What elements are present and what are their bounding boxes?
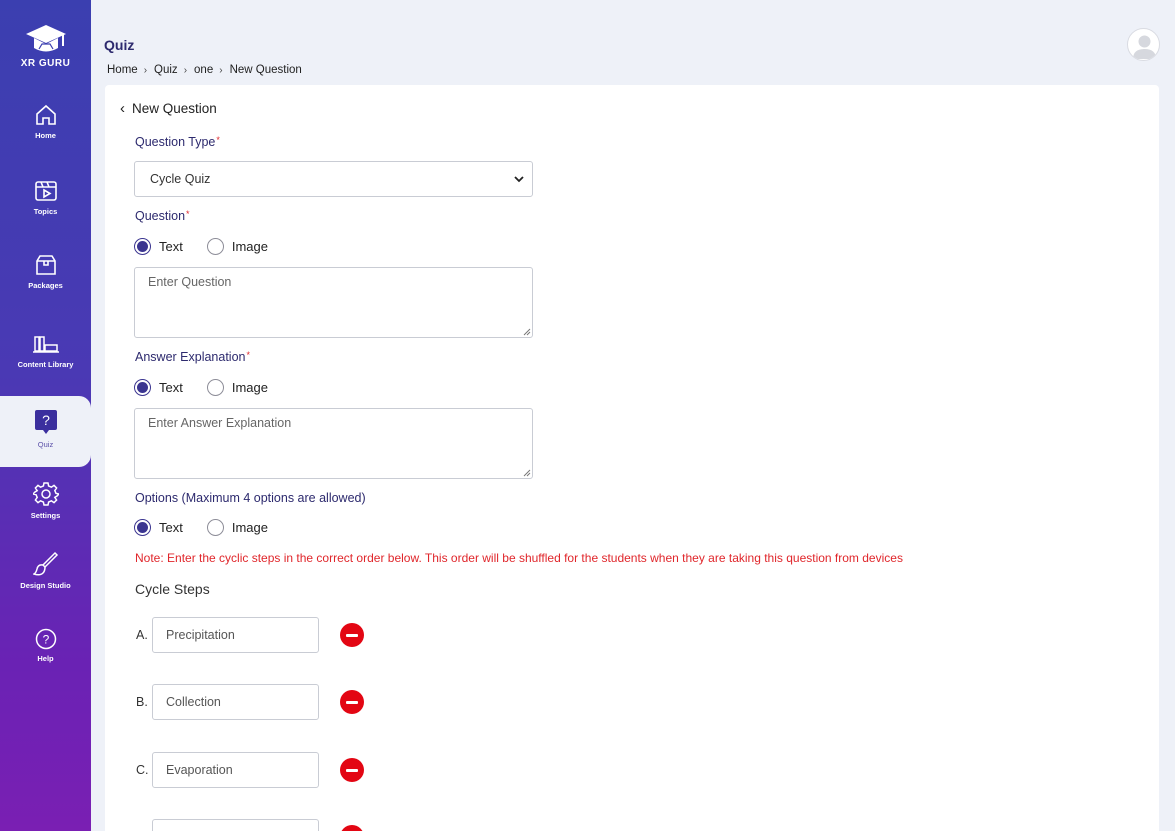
quiz-icon: ? [34, 410, 57, 434]
question-format-radio-group: Text Image [134, 238, 292, 255]
sidebar-item-label: Design Studio [20, 581, 71, 590]
breadcrumb-quiz[interactable]: Quiz [154, 64, 178, 76]
remove-step-button[interactable] [340, 690, 364, 714]
resize-grip-icon[interactable] [523, 469, 531, 477]
radio-label: Text [159, 239, 183, 254]
answer-text-radio[interactable] [134, 379, 151, 396]
cycle-step-value: Precipitation [166, 628, 235, 642]
home-icon [35, 104, 56, 125]
options-label: Options (Maximum 4 options are allowed) [135, 491, 366, 505]
brand-logo[interactable]: XR GURU [0, 22, 91, 69]
sidebar-item-label: Content Library [17, 360, 74, 369]
question-text-radio[interactable] [134, 238, 151, 255]
breadcrumb-one[interactable]: one [194, 64, 213, 76]
order-note: Note: Enter the cyclic steps in the corr… [135, 551, 903, 565]
required-mark: * [246, 350, 250, 360]
question-label: Question* [135, 209, 190, 223]
cycle-step-input[interactable]: Precipitation [152, 617, 319, 653]
radio-label: Image [231, 380, 268, 395]
breadcrumb: Home › Quiz › one › New Question [107, 64, 302, 76]
radio-label: Image [231, 520, 268, 535]
remove-step-button[interactable] [340, 758, 364, 782]
sidebar: XR GURU Home Topics Packages Content Lib… [0, 0, 91, 831]
svg-text:?: ? [42, 633, 49, 647]
options-format-radio-group: Text Image [134, 519, 292, 536]
back-button[interactable]: ‹ New Question [120, 100, 217, 117]
cycle-step-value: Evaporation [166, 763, 233, 777]
sidebar-item-help[interactable]: ? Help [0, 628, 91, 663]
options-image-radio[interactable] [206, 519, 224, 536]
avatar[interactable] [1127, 28, 1160, 61]
sidebar-item-label: Home [35, 131, 56, 140]
answer-explanation-placeholder: Enter Answer Explanation [148, 416, 292, 430]
radio-label: Text [159, 380, 183, 395]
sidebar-item-settings[interactable]: Settings [0, 481, 91, 520]
sidebar-item-packages[interactable]: Packages [0, 253, 91, 290]
package-icon [35, 255, 56, 275]
answer-explanation-textarea[interactable]: Enter Answer Explanation [134, 408, 533, 479]
library-icon [32, 336, 59, 353]
required-mark: * [216, 135, 220, 145]
sidebar-item-design-studio[interactable]: Design Studio [0, 551, 91, 590]
cycle-step-input[interactable]: Collection [152, 684, 319, 720]
sidebar-item-label: Packages [28, 281, 63, 290]
gear-icon [32, 482, 59, 506]
chevron-right-icon: › [219, 64, 223, 76]
cycle-step-input[interactable]: Evaporation [152, 752, 319, 788]
answer-explanation-label: Answer Explanation* [135, 350, 250, 364]
sidebar-item-label: Settings [30, 511, 61, 520]
radio-label: Image [231, 239, 268, 254]
question-type-select[interactable]: Cycle Quiz [134, 161, 533, 197]
brush-icon [32, 551, 58, 576]
chevron-down-icon [514, 176, 524, 183]
required-mark: * [186, 209, 190, 219]
sidebar-item-quiz[interactable]: ? Quiz [0, 396, 91, 467]
question-placeholder: Enter Question [148, 275, 232, 289]
brand-name: XR GURU [20, 58, 71, 69]
options-text-radio[interactable] [134, 519, 151, 536]
answer-explanation-label-text: Answer Explanation [135, 350, 246, 364]
chevron-left-icon: ‹ [120, 100, 125, 117]
question-textarea[interactable]: Enter Question [134, 267, 533, 338]
question-type-value: Cycle Quiz [150, 172, 211, 186]
resize-grip-icon[interactable] [523, 328, 531, 336]
question-label-text: Question [135, 209, 186, 223]
radio-label: Text [159, 520, 183, 535]
cycle-step-row: C. Evaporation [136, 752, 364, 788]
graduation-cap-icon [25, 25, 66, 52]
question-type-label: Question Type* [135, 135, 220, 149]
cycle-step-row: B. Collection [136, 684, 364, 720]
cycle-steps-title: Cycle Steps [135, 581, 210, 597]
remove-step-button[interactable] [340, 623, 364, 647]
sidebar-item-content-library[interactable]: Content Library [0, 334, 91, 369]
sidebar-item-topics[interactable]: Topics [0, 179, 91, 216]
user-icon [1133, 35, 1156, 59]
step-letter: B. [136, 695, 148, 709]
step-letter: A. [136, 628, 148, 642]
sidebar-item-label: Quiz [37, 440, 54, 449]
video-icon [34, 181, 57, 201]
cycle-step-input[interactable] [152, 819, 319, 831]
sidebar-item-label: Help [37, 654, 54, 663]
answer-image-radio[interactable] [206, 379, 224, 396]
sidebar-item-home[interactable]: Home [0, 103, 91, 140]
breadcrumb-current: New Question [229, 64, 302, 76]
remove-step-button[interactable] [340, 825, 364, 831]
answer-format-radio-group: Text Image [134, 379, 292, 396]
form-title: New Question [132, 101, 217, 116]
cycle-step-value: Collection [166, 695, 221, 709]
svg-text:?: ? [42, 412, 50, 428]
step-letter: C. [136, 763, 149, 777]
cycle-step-row: A. Precipitation [136, 617, 364, 653]
question-type-label-text: Question Type [135, 135, 216, 149]
cycle-step-row [136, 819, 364, 831]
chevron-right-icon: › [183, 64, 188, 76]
help-icon: ? [35, 628, 56, 650]
page-title: Quiz [104, 37, 135, 53]
question-image-radio[interactable] [206, 238, 224, 255]
breadcrumb-home[interactable]: Home [107, 64, 138, 76]
sidebar-item-label: Topics [33, 207, 58, 216]
chevron-right-icon: › [143, 64, 148, 76]
